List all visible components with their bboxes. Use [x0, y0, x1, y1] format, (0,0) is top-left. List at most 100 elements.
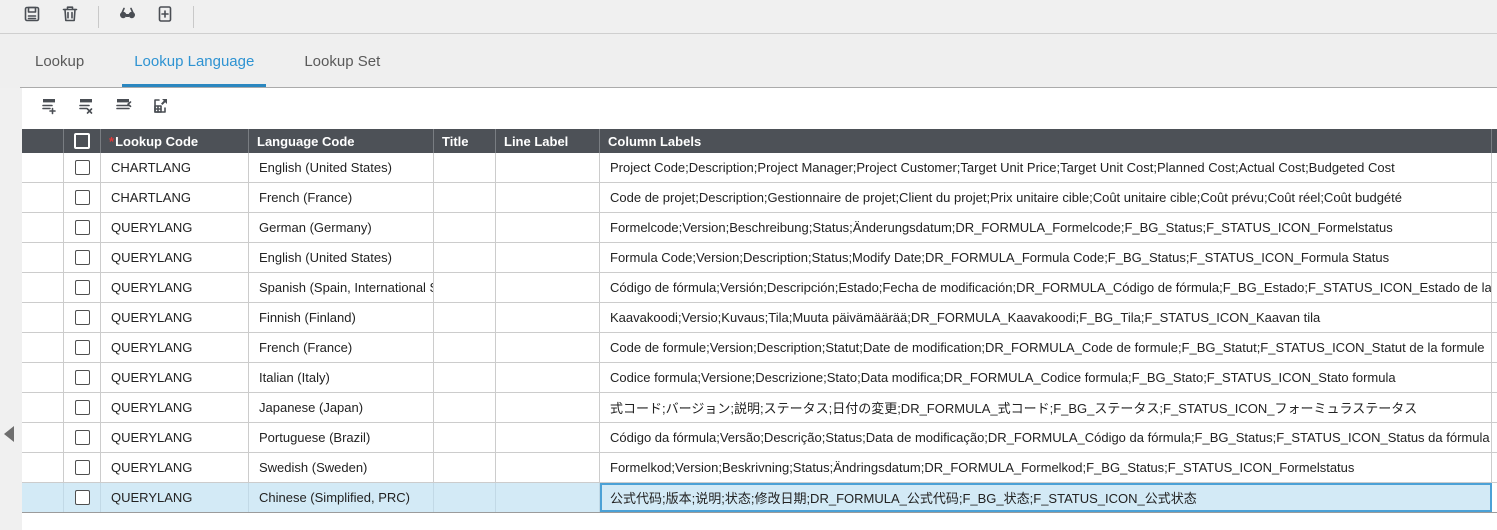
cell-column-labels[interactable]: 式コード;バージョン;説明;ステータス;日付の変更;DR_FORMULA_式コー…	[600, 393, 1492, 422]
cell-column-labels[interactable]: Codice formula;Versione;Descrizione;Stat…	[600, 363, 1492, 392]
row-handle[interactable]	[22, 453, 64, 482]
delete-button[interactable]	[60, 6, 80, 27]
row-checkbox[interactable]	[74, 220, 90, 235]
column-header-line-label[interactable]: Line Label	[496, 129, 600, 153]
cell-column-labels[interactable]: Formelkod;Version;Beskrivning;Status;Änd…	[600, 453, 1492, 482]
row-checkbox[interactable]	[74, 340, 90, 355]
cell-column-labels[interactable]: Kaavakoodi;Versio;Kuvaus;Tila;Muuta päiv…	[600, 303, 1492, 332]
cell-title[interactable]	[434, 153, 496, 182]
row-handle[interactable]	[22, 183, 64, 212]
save-button[interactable]	[22, 6, 42, 27]
row-checkbox[interactable]	[74, 430, 90, 445]
table-row[interactable]: QUERYLANG Finnish (Finland) Kaavakoodi;V…	[22, 303, 1497, 333]
column-header-lookup-code[interactable]: * Lookup Code	[101, 129, 249, 153]
cell-column-labels[interactable]: Code de projet;Description;Gestionnaire …	[600, 183, 1492, 212]
cell-language-code[interactable]: French (France)	[249, 333, 434, 362]
row-handle[interactable]	[22, 483, 64, 512]
cell-line-label[interactable]	[496, 393, 600, 422]
cell-lookup-code[interactable]: QUERYLANG	[101, 453, 249, 482]
table-row[interactable]: QUERYLANG Italian (Italy) Codice formula…	[22, 363, 1497, 393]
table-row[interactable]: QUERYLANG Japanese (Japan) 式コード;バージョン;説明…	[22, 393, 1497, 423]
row-checkbox-cell[interactable]	[64, 393, 101, 422]
cell-language-code[interactable]: Japanese (Japan)	[249, 393, 434, 422]
cell-column-labels[interactable]: Code de formule;Version;Description;Stat…	[600, 333, 1492, 362]
cell-language-code[interactable]: German (Germany)	[249, 213, 434, 242]
cell-lookup-code[interactable]: QUERYLANG	[101, 273, 249, 302]
table-row[interactable]: QUERYLANG Portuguese (Brazil) Código da …	[22, 423, 1497, 453]
row-checkbox-cell[interactable]	[64, 213, 101, 242]
row-checkbox[interactable]	[74, 250, 90, 265]
row-checkbox[interactable]	[74, 370, 90, 385]
cell-line-label[interactable]	[496, 213, 600, 242]
export-button[interactable]	[150, 98, 172, 120]
row-checkbox-cell[interactable]	[64, 423, 101, 452]
cell-column-labels[interactable]: Formula Code;Version;Description;Status;…	[600, 243, 1492, 272]
cell-title[interactable]	[434, 363, 496, 392]
cell-line-label[interactable]	[496, 153, 600, 182]
cell-line-label[interactable]	[496, 363, 600, 392]
row-checkbox[interactable]	[74, 460, 90, 475]
select-all-checkbox[interactable]	[74, 133, 90, 149]
cell-lookup-code[interactable]: QUERYLANG	[101, 213, 249, 242]
collapse-panel-arrow[interactable]	[4, 426, 14, 442]
cell-language-code[interactable]: Spanish (Spain, International So	[249, 273, 434, 302]
cell-line-label[interactable]	[496, 273, 600, 302]
cell-language-code[interactable]: English (United States)	[249, 243, 434, 272]
table-row[interactable]: QUERYLANG Spanish (Spain, International …	[22, 273, 1497, 303]
table-row[interactable]: QUERYLANG German (Germany) Formelcode;Ve…	[22, 213, 1497, 243]
cell-lookup-code[interactable]: QUERYLANG	[101, 333, 249, 362]
row-checkbox-cell[interactable]	[64, 333, 101, 362]
cell-line-label[interactable]	[496, 423, 600, 452]
cell-lookup-code[interactable]: QUERYLANG	[101, 423, 249, 452]
cell-title[interactable]	[434, 303, 496, 332]
table-row[interactable]: QUERYLANG English (United States) Formul…	[22, 243, 1497, 273]
row-checkbox[interactable]	[74, 400, 90, 415]
cell-line-label[interactable]	[496, 333, 600, 362]
cell-lookup-code[interactable]: QUERYLANG	[101, 303, 249, 332]
row-checkbox-cell[interactable]	[64, 183, 101, 212]
cell-title[interactable]	[434, 393, 496, 422]
row-handle[interactable]	[22, 303, 64, 332]
row-checkbox-cell[interactable]	[64, 273, 101, 302]
cell-column-labels[interactable]: Project Code;Description;Project Manager…	[600, 153, 1492, 182]
row-checkbox-cell[interactable]	[64, 363, 101, 392]
row-checkbox[interactable]	[74, 280, 90, 295]
tab-lookup[interactable]: Lookup	[33, 34, 86, 88]
row-handle[interactable]	[22, 213, 64, 242]
cell-language-code[interactable]: Swedish (Sweden)	[249, 453, 434, 482]
revert-row-button[interactable]	[113, 98, 135, 120]
row-handle[interactable]	[22, 393, 64, 422]
row-handle[interactable]	[22, 153, 64, 182]
row-checkbox[interactable]	[74, 160, 90, 175]
row-handle[interactable]	[22, 243, 64, 272]
cell-title[interactable]	[434, 423, 496, 452]
tab-lookup-language[interactable]: Lookup Language	[122, 34, 267, 88]
cell-column-labels[interactable]: Código de fórmula;Versión;Descripción;Es…	[600, 273, 1492, 302]
cell-column-labels[interactable]: Código da fórmula;Versão;Descrição;Statu…	[600, 423, 1492, 452]
cell-title[interactable]	[434, 183, 496, 212]
cell-line-label[interactable]	[496, 243, 600, 272]
cell-line-label[interactable]	[496, 303, 600, 332]
cell-line-label[interactable]	[496, 453, 600, 482]
row-handle[interactable]	[22, 363, 64, 392]
cell-title[interactable]	[434, 243, 496, 272]
cell-line-label[interactable]	[496, 183, 600, 212]
cell-title[interactable]	[434, 273, 496, 302]
row-checkbox-cell[interactable]	[64, 243, 101, 272]
cell-lookup-code[interactable]: QUERYLANG	[101, 243, 249, 272]
table-row[interactable]: CHARTLANG French (France) Code de projet…	[22, 183, 1497, 213]
row-handle[interactable]	[22, 333, 64, 362]
table-row[interactable]: CHARTLANG English (United States) Projec…	[22, 153, 1497, 183]
row-checkbox[interactable]	[74, 490, 90, 505]
cell-language-code[interactable]: French (France)	[249, 183, 434, 212]
column-header-language-code[interactable]: Language Code	[249, 129, 434, 153]
row-handle[interactable]	[22, 423, 64, 452]
cell-column-labels[interactable]: Formelcode;Version;Beschreibung;Status;Ä…	[600, 213, 1492, 242]
cell-lookup-code[interactable]: QUERYLANG	[101, 393, 249, 422]
insert-row-button[interactable]	[39, 98, 61, 120]
cell-line-label[interactable]	[496, 483, 600, 512]
cell-lookup-code[interactable]: QUERYLANG	[101, 363, 249, 392]
row-checkbox-cell[interactable]	[64, 453, 101, 482]
row-handle[interactable]	[22, 273, 64, 302]
cell-title[interactable]	[434, 333, 496, 362]
